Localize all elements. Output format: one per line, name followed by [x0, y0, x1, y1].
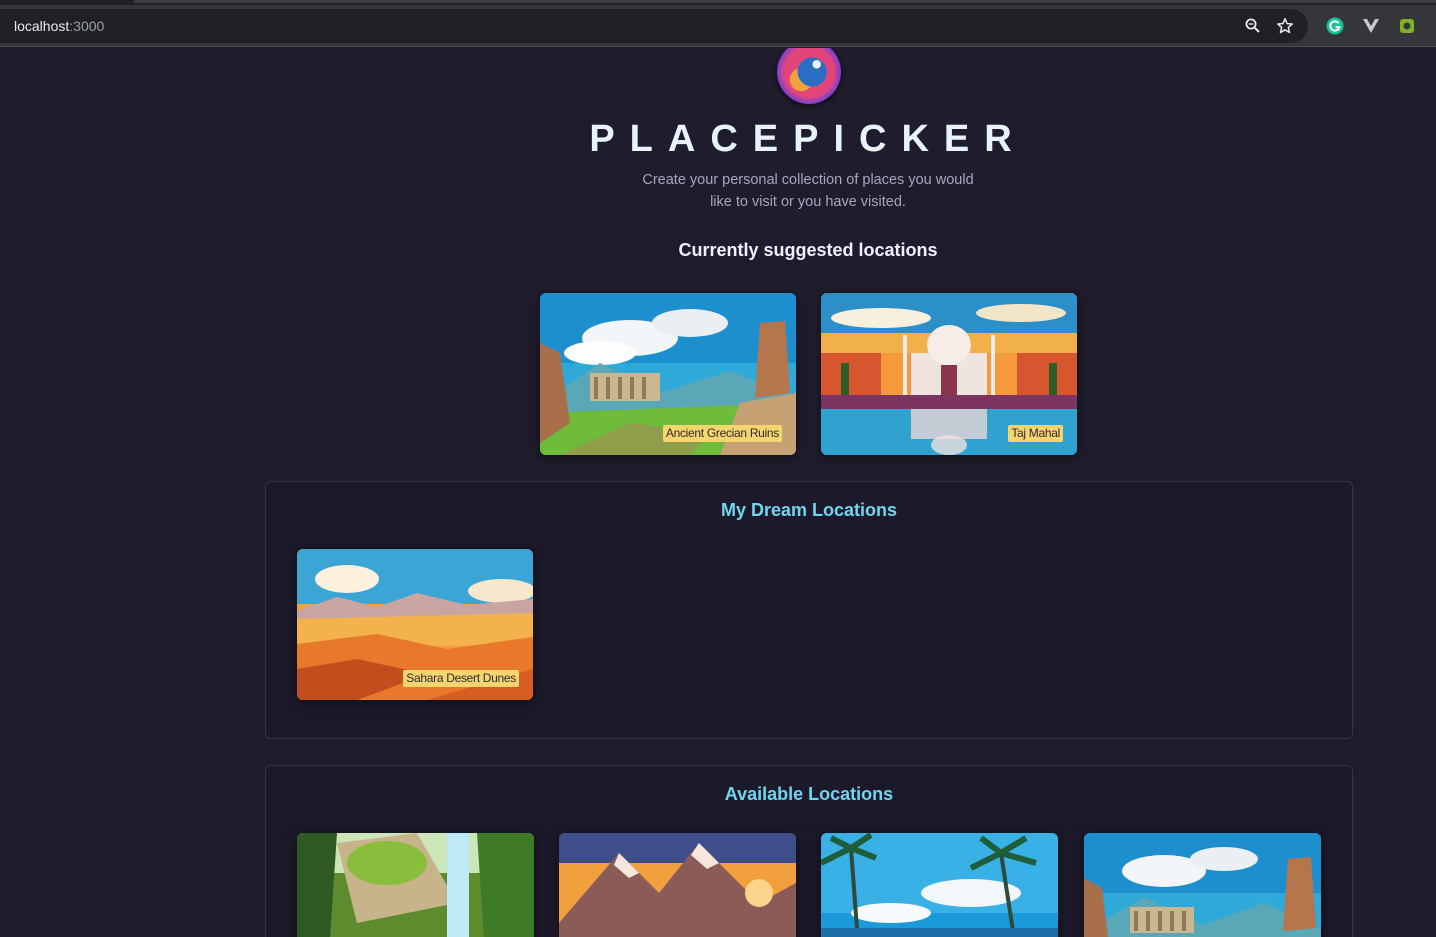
globe-logo	[777, 48, 841, 104]
place-card-taj-mahal[interactable]: Taj Mahal	[821, 293, 1077, 455]
beach-image	[821, 833, 1058, 937]
place-card-ruins[interactable]	[1084, 833, 1321, 937]
place-card-mountains[interactable]	[559, 833, 796, 937]
extension-icon[interactable]	[1398, 17, 1416, 35]
address-bar[interactable]: localhost:3000	[0, 9, 1308, 43]
bookmark-star-icon[interactable]	[1276, 17, 1294, 35]
page-content: PLACEPICKER Create your personal collect…	[0, 48, 1436, 937]
dream-locations-section: My Dream Locations Sahara Desert Dunes	[265, 481, 1353, 739]
page-title: PLACEPICKER	[589, 118, 1027, 160]
dream-heading: My Dream Locations	[720, 500, 898, 520]
url-text[interactable]: localhost:3000	[14, 18, 104, 34]
forest-waterfall-image	[297, 833, 534, 937]
place-label: Ancient Grecian Ruins	[662, 425, 782, 442]
place-label: Sahara Desert Dunes	[403, 670, 519, 687]
place-card-beach[interactable]	[821, 833, 1058, 937]
url-host: localhost	[14, 18, 70, 34]
tab-strip-line	[134, 0, 1436, 3]
url-port: :3000	[69, 18, 105, 34]
vue-devtools-icon[interactable]	[1362, 17, 1380, 35]
available-locations-section: Available Locations	[265, 765, 1353, 937]
place-card-ancient-grecian-ruins[interactable]: Ancient Grecian Ruins	[540, 293, 796, 455]
mountains-image	[559, 833, 796, 937]
zoom-icon[interactable]	[1244, 17, 1262, 35]
suggested-heading: Currently suggested locations	[678, 240, 938, 260]
ruins-image	[1084, 833, 1321, 937]
place-label: Taj Mahal	[1008, 425, 1063, 442]
browser-toolbar: localhost:3000	[0, 5, 1436, 47]
grammarly-icon[interactable]	[1326, 17, 1344, 35]
place-card-sahara-desert-dunes[interactable]: Sahara Desert Dunes	[297, 549, 533, 700]
available-heading: Available Locations	[724, 784, 894, 804]
place-card-forest-waterfall[interactable]	[297, 833, 534, 937]
page-subtitle: Create your personal collection of place…	[642, 172, 974, 210]
